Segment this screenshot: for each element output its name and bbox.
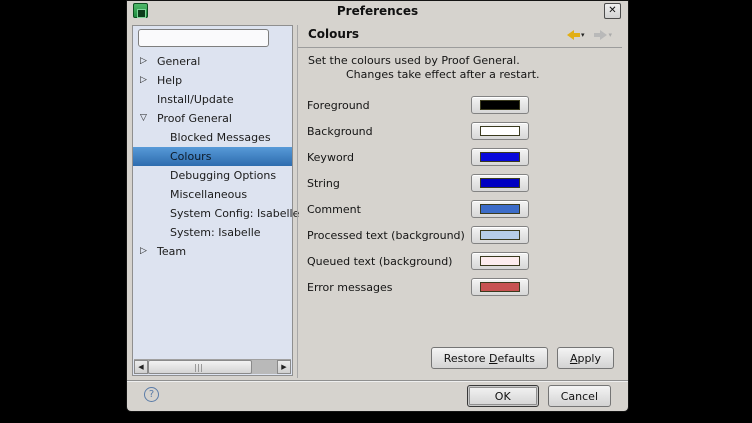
colour-swatch [480,282,520,292]
colour-row-string: String [307,174,529,192]
background-colour-button[interactable] [471,122,529,140]
screen-background: Preferences ✕ ▷ General ▷ Help Install/U… [0,0,752,423]
colour-swatch [480,100,520,110]
colour-row-foreground: Foreground [307,96,529,114]
preferences-dialog: Preferences ✕ ▷ General ▷ Help Install/U… [126,0,629,412]
comment-colour-button[interactable] [471,200,529,218]
back-button[interactable]: ▾ [567,30,585,40]
colour-row-error-messages: Error messages [307,278,529,296]
app-window-icon [133,3,148,18]
tree-item-miscellaneous[interactable]: Miscellaneous [133,185,292,204]
dialog-buttons: OK Cancel [467,385,611,407]
colour-swatch [480,126,520,136]
colours-preference-page: Colours ▾ ▾ [297,25,622,378]
scrollbar-thumb[interactable] [148,360,252,374]
forward-dropdown-icon[interactable]: ▾ [608,32,612,39]
colour-row-processed-text: Processed text (background) [307,226,529,244]
collapse-arrow-icon[interactable]: ▽ [140,109,152,128]
page-navigation: ▾ ▾ [567,30,612,40]
expand-arrow-icon[interactable]: ▷ [140,242,152,261]
tree-item-system-config-isabelle[interactable]: System Config: Isabelle [133,204,292,223]
scroll-right-icon[interactable]: ▶ [277,360,291,374]
colour-swatch [480,178,520,188]
apply-button[interactable]: Apply [557,347,614,369]
back-dropdown-icon[interactable]: ▾ [581,32,585,39]
error-messages-colour-button[interactable] [471,278,529,296]
colour-swatch [480,256,520,266]
title-bar[interactable]: Preferences ✕ [127,1,628,21]
filter-input[interactable] [138,29,269,47]
preferences-tree: ▷ General ▷ Help Install/Update ▽ Proof … [133,52,292,261]
tree-item-debugging-options[interactable]: Debugging Options [133,166,292,185]
colour-swatch [480,230,520,240]
footer-separator [127,380,628,382]
colour-row-comment: Comment [307,200,529,218]
queued-text-colour-button[interactable] [471,252,529,270]
page-title: Colours [308,27,359,41]
ok-button[interactable]: OK [467,385,539,407]
colour-row-keyword: Keyword [307,148,529,166]
restore-defaults-button[interactable]: Restore Defaults [431,347,548,369]
tree-item-general[interactable]: ▷ General [133,52,292,71]
header-separator [298,47,622,48]
tree-item-team[interactable]: ▷ Team [133,242,292,261]
processed-text-colour-button[interactable] [471,226,529,244]
cancel-button[interactable]: Cancel [548,385,611,407]
page-action-buttons: Restore Defaults Apply [431,347,614,369]
back-arrow-icon [567,30,580,40]
string-colour-button[interactable] [471,174,529,192]
scroll-left-icon[interactable]: ◀ [134,360,148,374]
colour-row-background: Background [307,122,529,140]
tree-item-install-update[interactable]: Install/Update [133,90,292,109]
tree-item-colours[interactable]: Colours [133,147,292,166]
expand-arrow-icon[interactable]: ▷ [140,71,152,90]
tree-item-system-isabelle[interactable]: System: Isabelle [133,223,292,242]
colour-swatch [480,152,520,162]
expand-arrow-icon[interactable]: ▷ [140,52,152,71]
help-icon[interactable]: ? [144,387,159,402]
tree-item-help[interactable]: ▷ Help [133,71,292,90]
colour-settings-list: Foreground Background Keyword [307,96,529,304]
forward-button[interactable]: ▾ [594,30,612,40]
horizontal-scrollbar[interactable]: ◀ ▶ [134,359,291,374]
colour-swatch [480,204,520,214]
window-title: Preferences [127,1,628,21]
preferences-tree-panel: ▷ General ▷ Help Install/Update ▽ Proof … [132,25,293,376]
page-description: Set the colours used by Proof General. C… [308,54,540,82]
forward-arrow-icon [594,30,607,40]
close-icon[interactable]: ✕ [604,3,621,19]
foreground-colour-button[interactable] [471,96,529,114]
tree-item-blocked-messages[interactable]: Blocked Messages [133,128,292,147]
tree-item-proof-general[interactable]: ▽ Proof General [133,109,292,128]
colour-row-queued-text: Queued text (background) [307,252,529,270]
keyword-colour-button[interactable] [471,148,529,166]
